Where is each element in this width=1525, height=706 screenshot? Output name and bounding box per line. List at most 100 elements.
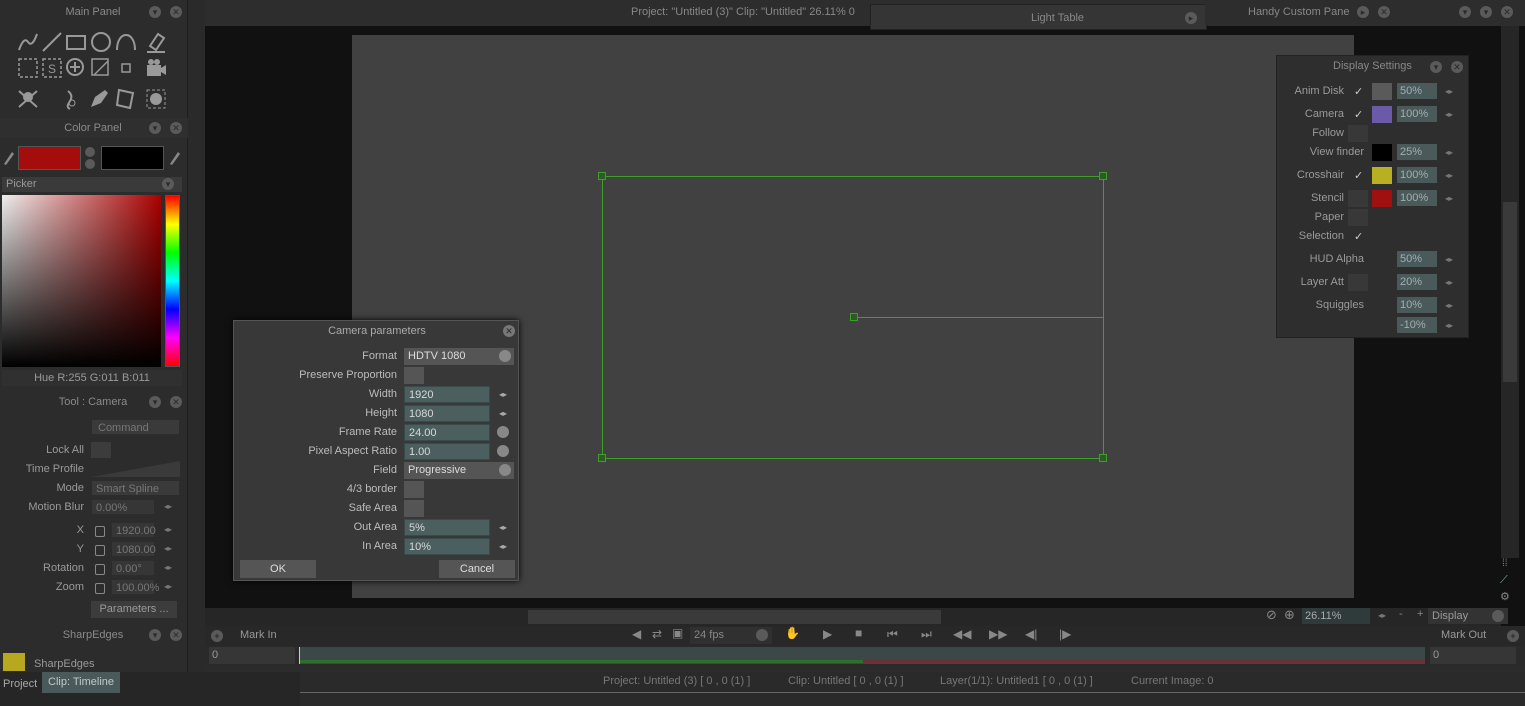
tab-project[interactable]: Project: [3, 678, 37, 690]
follow-checkbox[interactable]: [1348, 125, 1368, 142]
spin-arrows-icon[interactable]: ◂▸: [1445, 194, 1453, 203]
brush-tool-icon[interactable]: [16, 30, 40, 54]
cancel-button[interactable]: Cancel: [439, 560, 515, 578]
collapse-icon[interactable]: ▾: [149, 122, 161, 134]
lasso-select-icon[interactable]: [16, 56, 40, 80]
camera-rotation-line[interactable]: [858, 317, 1104, 318]
ok-button[interactable]: OK: [240, 560, 316, 578]
lock-icon[interactable]: [95, 583, 105, 594]
preserve-proportion-checkbox[interactable]: [404, 367, 424, 384]
rectangle-tool-icon[interactable]: [64, 30, 88, 54]
stencil-value[interactable]: 100%: [1397, 190, 1437, 206]
color-picker-field[interactable]: [2, 195, 161, 367]
spin-arrows-icon[interactable]: ◂▸: [1445, 278, 1453, 287]
select-icon[interactable]: S: [40, 56, 64, 80]
zoom-field[interactable]: 100.00%: [111, 579, 159, 595]
timeline-playhead[interactable]: [299, 647, 300, 664]
close-icon[interactable]: ✕: [170, 122, 182, 134]
loop-icon[interactable]: ⇄: [652, 627, 662, 641]
crosshair-color-swatch[interactable]: [1372, 167, 1392, 184]
frame-end-field[interactable]: 0: [1430, 647, 1516, 664]
fps-dropdown[interactable]: 24 fps: [690, 627, 772, 644]
hue-slider[interactable]: [165, 195, 180, 367]
camera-frame-handle[interactable]: [598, 172, 606, 180]
camera-frame-handle[interactable]: [1099, 454, 1107, 462]
stencil-checkbox[interactable]: [1348, 190, 1368, 207]
spin-arrows-icon[interactable]: ◂▸: [499, 390, 507, 399]
selection-check[interactable]: ✓: [1354, 230, 1363, 243]
grid-icon[interactable]: ⁞⁞: [1502, 558, 1508, 569]
collapse-icon[interactable]: ▾: [149, 629, 161, 641]
curve-icon[interactable]: ⟋: [1500, 574, 1508, 587]
lock-all-checkbox[interactable]: [91, 442, 111, 458]
collapse-icon[interactable]: ▾: [162, 178, 174, 190]
close-icon[interactable]: ✕: [170, 629, 182, 641]
width-field[interactable]: 1920: [404, 386, 490, 403]
lock-icon[interactable]: [95, 526, 105, 537]
sidebar-splitter[interactable]: [188, 0, 205, 672]
hand-icon[interactable]: ✋: [785, 626, 800, 640]
crosshair-icon[interactable]: ⊕: [1284, 607, 1295, 623]
anim-disk-check[interactable]: ✓: [1354, 85, 1363, 98]
chevron-down-icon[interactable]: [497, 445, 509, 457]
zoom-value-field[interactable]: 26.11%: [1302, 608, 1370, 624]
paper-tool-icon[interactable]: [114, 87, 138, 111]
add-icon[interactable]: +: [1507, 630, 1519, 642]
spin-arrows-icon[interactable]: ◂▸: [1445, 255, 1453, 264]
command-dropdown[interactable]: Command: [91, 419, 180, 435]
parameters-button[interactable]: Parameters ...: [91, 601, 177, 618]
vertical-scrollbar[interactable]: [1501, 26, 1519, 558]
stamp-tool-icon[interactable]: [144, 87, 168, 111]
zoom-fit-icon[interactable]: ⊘: [1266, 607, 1277, 623]
anim-disk-value[interactable]: 50%: [1397, 83, 1437, 99]
rotation-field[interactable]: 0.00°: [111, 560, 155, 576]
camera-center-handle[interactable]: [850, 313, 858, 321]
spin-arrows-icon[interactable]: ◂▸: [499, 542, 507, 551]
spin-arrows-icon[interactable]: ◂▸: [1445, 87, 1453, 96]
pen-tool-icon[interactable]: [87, 87, 111, 111]
squiggles-value[interactable]: 10%: [1397, 297, 1437, 313]
swap-colors-icon[interactable]: [85, 147, 97, 169]
safe-frame-icon[interactable]: ▣: [672, 626, 683, 640]
spin-arrows-icon[interactable]: ◂▸: [164, 544, 172, 553]
chevron-down-icon[interactable]: [497, 426, 509, 438]
anim-disk-color-swatch[interactable]: [1372, 83, 1392, 100]
mode-dropdown[interactable]: Smart Spline: [91, 480, 180, 496]
out-area-field[interactable]: 5%: [404, 519, 490, 536]
pixel-aspect-ratio-field[interactable]: 1.00: [404, 443, 490, 460]
play-icon[interactable]: ▶: [823, 627, 832, 641]
camera-color-swatch[interactable]: [1372, 106, 1392, 123]
spin-arrows-icon[interactable]: ◂▸: [1445, 148, 1453, 157]
paper-checkbox[interactable]: [1348, 209, 1368, 226]
lock-icon[interactable]: [95, 545, 105, 556]
spin-arrows-icon[interactable]: ◂▸: [1445, 171, 1453, 180]
lock-icon[interactable]: [95, 564, 105, 575]
time-profile-curve[interactable]: [91, 461, 180, 477]
close-icon[interactable]: ✕: [170, 6, 182, 18]
spin-arrows-icon[interactable]: ◂▸: [164, 582, 172, 591]
settings-icon[interactable]: ⚙: [1500, 590, 1510, 603]
field-dropdown[interactable]: Progressive: [404, 462, 514, 479]
spin-arrows-icon[interactable]: ◂▸: [164, 563, 172, 572]
close-icon[interactable]: ✕: [170, 396, 182, 408]
skeleton-tool-icon[interactable]: [16, 87, 40, 111]
in-area-field[interactable]: 10%: [404, 538, 490, 555]
spin-arrows-icon[interactable]: ◂▸: [499, 523, 507, 532]
spline-tool-icon[interactable]: [114, 30, 138, 54]
timeline-track[interactable]: [299, 647, 1425, 664]
camera-value[interactable]: 100%: [1397, 106, 1437, 122]
motion-blur-field[interactable]: 0.00%: [91, 499, 155, 515]
zoom-out-icon[interactable]: -: [1399, 608, 1403, 620]
warp-tool-icon[interactable]: [58, 87, 82, 111]
tab-clip-timeline[interactable]: Clip: Timeline: [42, 672, 121, 693]
close-icon[interactable]: ✕: [503, 325, 515, 337]
border-43-checkbox[interactable]: [404, 481, 424, 498]
play-icon[interactable]: ▸: [1185, 12, 1197, 24]
first-frame-icon[interactable]: ⏮: [887, 627, 898, 642]
spin-arrows-icon[interactable]: ◂▸: [164, 502, 172, 511]
collapse-icon[interactable]: ▾: [1430, 61, 1442, 73]
mark-out-label[interactable]: Mark Out: [1441, 629, 1486, 641]
transform-tool-icon[interactable]: [89, 56, 113, 80]
eraser-tool-icon[interactable]: [144, 30, 168, 54]
hud-alpha-value[interactable]: 50%: [1397, 251, 1437, 267]
